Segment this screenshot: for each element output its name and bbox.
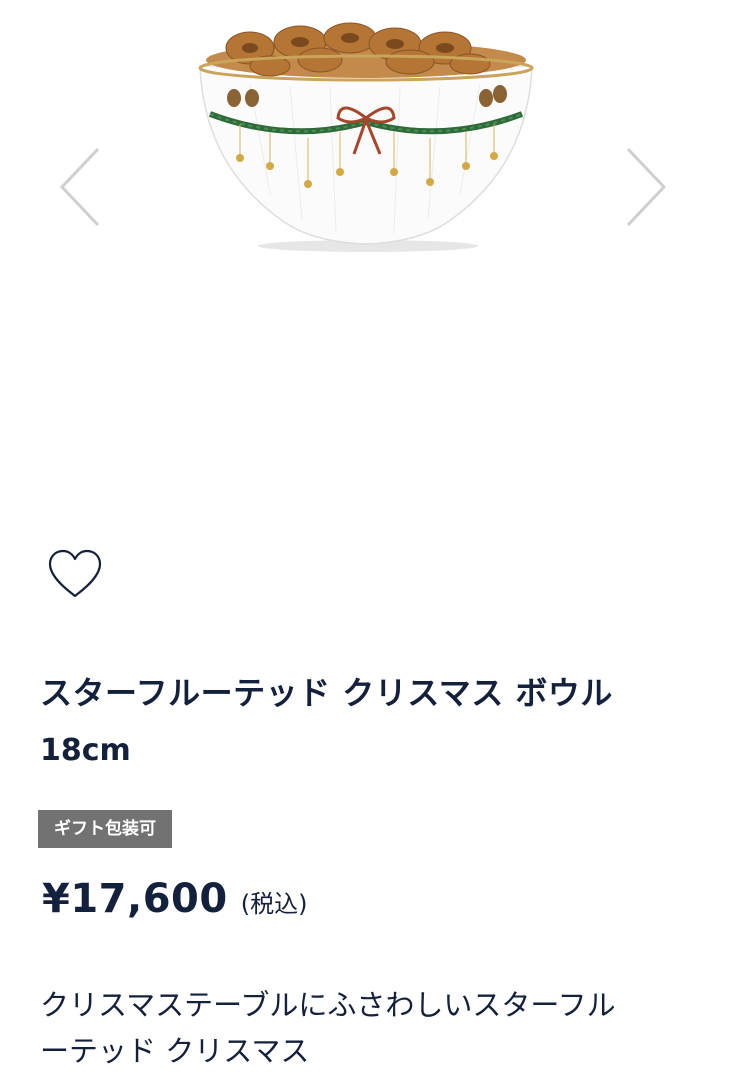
chevron-right-icon bbox=[626, 147, 667, 227]
tax-note: (税込) bbox=[240, 890, 308, 918]
product-price: ¥17,600 bbox=[42, 876, 228, 922]
heart-outline-icon bbox=[48, 549, 102, 598]
description-line: ーテッド クリスマス bbox=[40, 1034, 310, 1068]
description-line: クリスマステーブルにふさわしいスターフル bbox=[40, 988, 616, 1022]
gift-wrap-badge: ギフト包装可 bbox=[38, 810, 172, 848]
product-image-carousel bbox=[0, 0, 729, 520]
favorite-button[interactable] bbox=[46, 548, 104, 600]
carousel-prev-button[interactable] bbox=[54, 145, 104, 229]
price-row: ¥17,600 (税込) bbox=[42, 876, 308, 922]
product-title: スターフルーテッド クリスマス ボウル bbox=[40, 674, 613, 712]
carousel-next-button[interactable] bbox=[622, 145, 672, 229]
product-size: 18cm bbox=[40, 733, 131, 768]
chevron-left-icon bbox=[59, 147, 100, 227]
product-description: クリスマステーブルにふさわしいスターフル ーテッド クリスマス bbox=[40, 982, 700, 1074]
product-image bbox=[198, 22, 534, 252]
